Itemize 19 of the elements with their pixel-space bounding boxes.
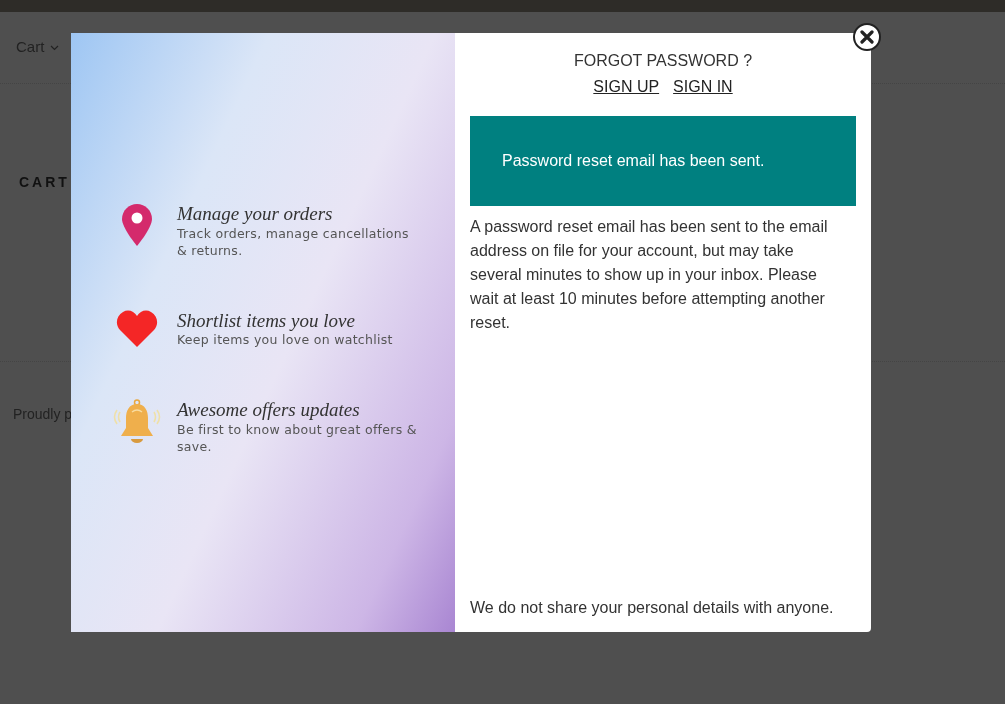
success-alert: Password reset email has been sent. [470,116,856,206]
pin-icon [121,203,153,247]
info-message: A password reset email has been sent to the email address on file for your account, but may take several minutes to show up in your inbox. Please wait at least 10 minutes before attempting another reset. [470,217,829,333]
close-icon [860,30,874,44]
feature-description: Track orders, manage cancellations & returns. [177,225,410,260]
auth-link[interactable]: SIGN UP [593,75,660,99]
chevron-down-icon [50,44,60,51]
privacy-note: We do not share your personal details with anyone. [470,598,835,618]
feature-title: Shortlist items you love [177,309,356,333]
feature-title: Awesome offers updates [177,399,361,422]
feature-description: Be first to know about great offers & save. [177,422,417,456]
feature-description: Keep items you love on watchlist [177,332,394,350]
page-heading: CART [19,173,71,192]
feature-title: Manage your orders [177,203,334,226]
bell-icon [112,399,162,446]
auth-link[interactable]: SIGN IN [673,75,733,99]
heart-icon [116,309,158,348]
close-button[interactable] [853,23,881,51]
modal-title: FORGOT PASSWORD ? [572,51,754,71]
